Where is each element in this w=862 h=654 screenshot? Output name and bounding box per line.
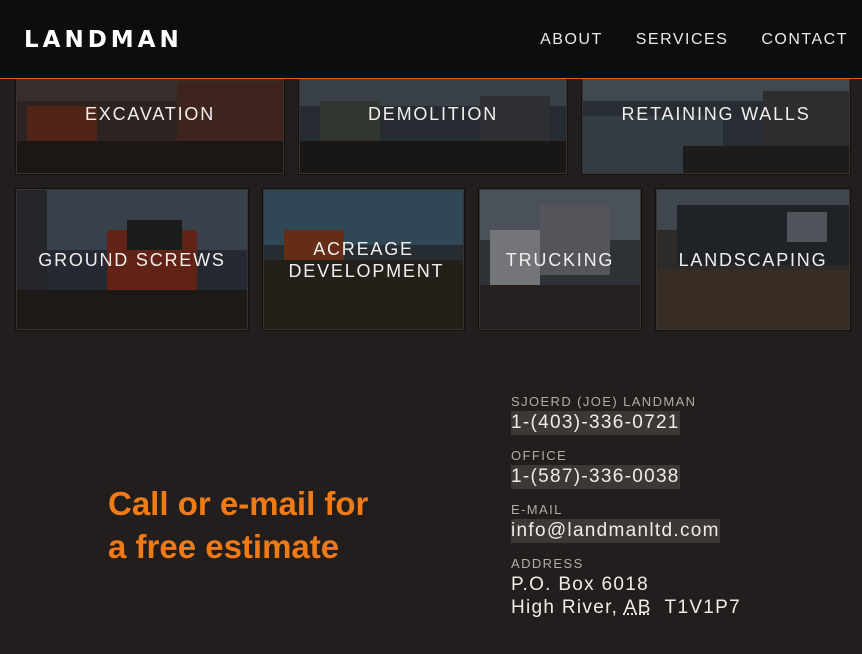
site-header: LANDMAN ABOUT SERVICES CONTACT — [0, 0, 862, 79]
estimate-cta: Call or e-mail for a free estimate — [108, 482, 448, 568]
service-label: GROUND SCREWS — [38, 250, 226, 270]
office-label: OFFICE — [511, 448, 568, 463]
email-label: E-MAIL — [511, 502, 563, 517]
address-line-2: High River, AB T1V1P7 — [511, 596, 851, 619]
address-line-1: P.O. Box 6018 — [511, 574, 650, 595]
cta-line-1: Call or e-mail for — [108, 485, 369, 522]
service-tile-trucking[interactable]: TRUCKING — [479, 189, 641, 330]
nav-about-link[interactable]: ABOUT — [540, 31, 603, 49]
address-city: High River, — [511, 597, 619, 618]
site-logo[interactable]: LANDMAN — [24, 27, 183, 53]
owner-phone-link[interactable]: 1-(403)-336-0721 — [511, 411, 680, 435]
service-tile-landscaping[interactable]: LANDSCAPING — [656, 189, 850, 330]
address-label: ADDRESS — [511, 556, 584, 571]
service-label: ACREAGE DEVELOPMENT — [288, 239, 445, 281]
service-label: TRUCKING — [505, 250, 615, 270]
service-label: LANDSCAPING — [678, 250, 828, 270]
contact-info: SJOERD (JOE) LANDMAN 1-(403)-336-0721 OF… — [511, 394, 851, 619]
service-label: DEMOLITION — [367, 104, 498, 124]
office-phone-link[interactable]: 1-(587)-336-0038 — [511, 465, 680, 489]
address-postal: T1V1P7 — [664, 597, 741, 618]
nav-contact-link[interactable]: CONTACT — [761, 31, 848, 49]
address-province: AB — [623, 597, 652, 618]
cta-line-2: a free estimate — [108, 528, 340, 565]
owner-label: SJOERD (JOE) LANDMAN — [511, 394, 697, 409]
service-tile-ground-screws[interactable]: GROUND SCREWS — [16, 189, 248, 330]
email-link[interactable]: info@landmanltd.com — [511, 519, 720, 543]
nav-services-link[interactable]: SERVICES — [636, 31, 729, 49]
service-label: RETAINING WALLS — [621, 104, 811, 124]
main-nav: ABOUT SERVICES CONTACT — [540, 31, 848, 49]
service-label: EXCAVATION — [84, 104, 216, 124]
service-tile-acreage-development[interactable]: ACREAGE DEVELOPMENT — [263, 189, 464, 330]
